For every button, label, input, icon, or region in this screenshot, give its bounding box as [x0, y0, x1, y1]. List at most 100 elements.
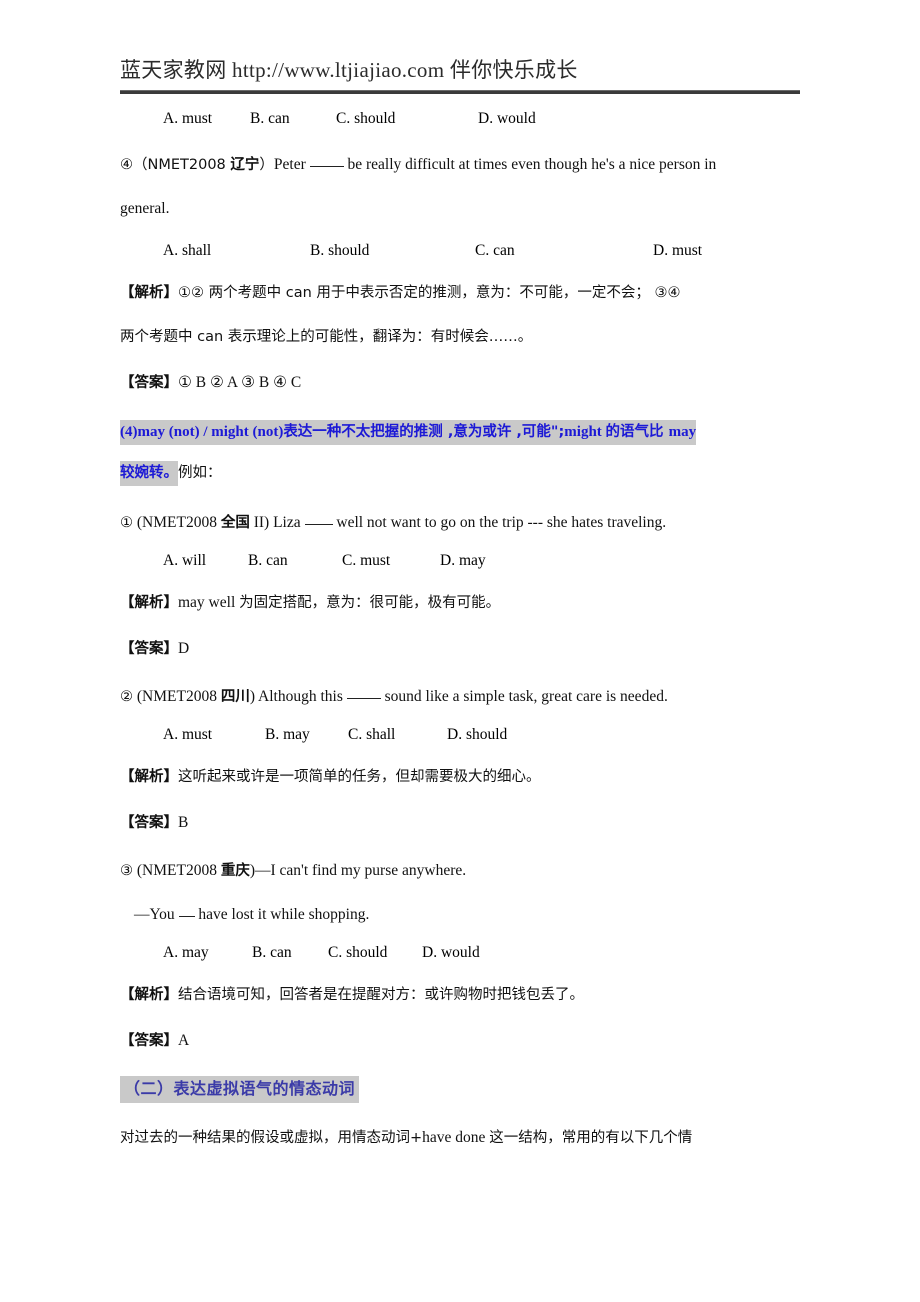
question-2-analysis: 【解析】这听起来或许是一项简单的任务，但却需要极大的细心。: [120, 766, 810, 788]
answer-blank: [304, 524, 333, 525]
question-1-source-open: (NMET2008: [136, 514, 221, 531]
question-1-marker: ①: [120, 515, 133, 531]
option-d: D. must: [653, 242, 703, 259]
option-b: B. can: [252, 944, 292, 961]
question-1-analysis: 【解析】may well 为固定搭配，意为：很可能，极有可能。: [120, 592, 810, 614]
section-2-body-cn-b: 这一结构，常用的有以下几个情: [489, 1130, 693, 1146]
section-2-heading: （二）表达虚拟语气的情态动词: [120, 1076, 360, 1103]
question-3-analysis: 【解析】结合语境可知，回答者是在提醒对方：或许购物时把钱包丢了。: [120, 984, 810, 1006]
option-b: B. can: [248, 552, 288, 569]
option-a: A. shall: [163, 242, 212, 259]
question-3-answer: 【答案】A: [120, 1030, 810, 1052]
question-3-stem-line1: —I can't find my purse anywhere.: [255, 862, 467, 879]
section-2-heading-row: （二）表达虚拟语气的情态动词: [120, 1076, 810, 1103]
option-a: A. must: [163, 110, 213, 127]
question-1-stem-after: well not want to go on the trip --- she …: [332, 514, 667, 531]
question-4-stem-continuation: general.: [120, 200, 170, 217]
options-row-q2: A. must B. may C. shall D. should: [120, 726, 810, 756]
question-2-marker: ②: [120, 689, 133, 705]
answer-label: 【答案】: [120, 375, 178, 391]
option-a: A. may: [163, 944, 209, 961]
question-1-source-region: 全国: [220, 515, 250, 531]
answer-value: A: [178, 1032, 190, 1049]
question-3-source-region: 重庆: [220, 863, 250, 879]
document-body: A. must B. can C. should D. would ④（NMET…: [120, 110, 810, 1149]
options-row-q3: A. may B. can C. should D. would: [120, 944, 810, 974]
question-4-stem: ④（NMET2008 辽宁）Peter be really difficult …: [120, 154, 810, 176]
rule-4-highlight-line1: (4)may (not) / might (not)表达一种不太把握的推测 ,意…: [120, 420, 810, 445]
question-2-answer: 【答案】B: [120, 812, 810, 834]
rule-4-cn-c: 较婉转。: [120, 465, 178, 481]
question-3-source-open: (NMET2008: [136, 862, 221, 879]
question-4-stem-before: Peter: [273, 156, 310, 173]
site-header-text: 蓝天家教网 http://www.ltjiajiao.com 伴你快乐成长: [120, 58, 578, 82]
analysis-block-1-line2: 两个考题中 can 表示理论上的可能性，翻译为：有时候会……。: [120, 326, 810, 348]
options-row-q1: A. will B. can C. must D. may: [120, 552, 810, 582]
answer-block-1: 【答案】① B ② A ③ B ④ C: [120, 372, 810, 394]
analysis-block-1-line1: 【解析】①② 两个考题中 can 用于中表示否定的推测，意为：不可能，一定不会；…: [120, 282, 810, 304]
answer-blank: [178, 916, 195, 917]
question-2-source-open: (NMET2008: [136, 688, 221, 705]
option-d: D. would: [478, 110, 536, 127]
analysis-label: 【解析】: [120, 285, 178, 301]
option-a: A. will: [163, 552, 207, 569]
option-c: C. must: [342, 552, 391, 569]
question-2-stem-before: Although this: [255, 688, 347, 705]
question-3-reply-before: —You: [134, 906, 179, 923]
option-c: C. can: [475, 242, 515, 259]
site-header: 蓝天家教网 http://www.ltjiajiao.com 伴你快乐成长: [120, 56, 800, 84]
question-4-source-region: 辽宁: [230, 157, 260, 173]
analysis-text-cn: 为固定搭配，意为：很可能，极有可能。: [239, 595, 501, 611]
answer-label: 【答案】: [120, 641, 178, 657]
question-4-stem-after: be really difficult at times even though…: [343, 156, 717, 173]
section-2-body-en: have done: [422, 1129, 490, 1146]
rule-4-example-label: 例如：: [178, 465, 222, 481]
question-1-source-close: II): [249, 514, 270, 531]
rule-4-en-c: may: [668, 424, 697, 440]
question-2-source-region: 四川: [220, 689, 250, 705]
answer-blank: [309, 166, 344, 167]
options-row-q4: A. shall B. should C. can D. must: [120, 242, 810, 272]
header-divider: [120, 90, 800, 94]
answer-label: 【答案】: [120, 815, 178, 831]
question-3-stem: ③ (NMET2008 重庆)—I can't find my purse an…: [120, 860, 810, 882]
section-2-body-cn-a: 对过去的一种结果的假设或虚拟，用情态动词+: [120, 1130, 423, 1146]
answer-value: ① B ② A ③ B ④ C: [178, 374, 302, 391]
question-1-stem-before: Liza: [269, 514, 305, 531]
analysis-text-en: may well: [178, 594, 240, 611]
option-a: A. must: [163, 726, 213, 743]
answer-label: 【答案】: [120, 1033, 178, 1049]
question-3-marker: ③: [120, 863, 133, 879]
option-c: C. should: [336, 110, 396, 127]
section-2-body: 对过去的一种结果的假设或虚拟，用情态动词+have done 这一结构，常用的有…: [120, 1127, 810, 1149]
option-b: B. should: [310, 242, 370, 259]
rule-4-highlight-line2: 较婉转。例如：: [120, 461, 810, 486]
option-b: B. may: [265, 726, 310, 743]
option-c: C. should: [328, 944, 388, 961]
answer-value: B: [178, 814, 189, 831]
document-page: 蓝天家教网 http://www.ltjiajiao.com 伴你快乐成长 A.…: [0, 0, 920, 1302]
analysis-label: 【解析】: [120, 595, 178, 611]
rule-4-cn-b: 的语气比: [605, 424, 669, 440]
question-1-stem: ① (NMET2008 全国 II) Liza well not want to…: [120, 512, 810, 534]
highlight-band: 较婉转。: [120, 461, 178, 486]
answer-value: D: [178, 640, 190, 657]
question-4-source-open: （NMET2008: [133, 157, 231, 173]
analysis-text-continuation: 两个考题中 can 表示理论上的可能性，翻译为：有时候会……。: [120, 329, 533, 345]
question-2-stem-after: sound like a simple task, great care is …: [380, 688, 668, 705]
option-d: D. may: [440, 552, 486, 569]
analysis-text: 结合语境可知，回答者是在提醒对方：或许购物时把钱包丢了。: [178, 987, 584, 1003]
rule-4-en-b: might: [564, 424, 606, 440]
rule-4-cn-a: 表达一种不太把握的推测 ,意为或许 ,可能";: [283, 424, 565, 440]
highlight-band: (4)may (not) / might (not)表达一种不太把握的推测 ,意…: [120, 420, 697, 445]
option-d: D. should: [447, 726, 508, 743]
options-row-prev: A. must B. can C. should D. would: [120, 110, 810, 140]
option-c: C. shall: [348, 726, 396, 743]
option-b: B. can: [250, 110, 290, 127]
question-1-answer: 【答案】D: [120, 638, 810, 660]
rule-4-en-a: (4)may (not) / might (not): [120, 424, 284, 440]
analysis-text: 这听起来或许是一项简单的任务，但却需要极大的细心。: [178, 769, 541, 785]
question-2-stem: ② (NMET2008 四川) Although this sound like…: [120, 686, 810, 708]
analysis-label: 【解析】: [120, 987, 178, 1003]
option-d: D. would: [422, 944, 480, 961]
